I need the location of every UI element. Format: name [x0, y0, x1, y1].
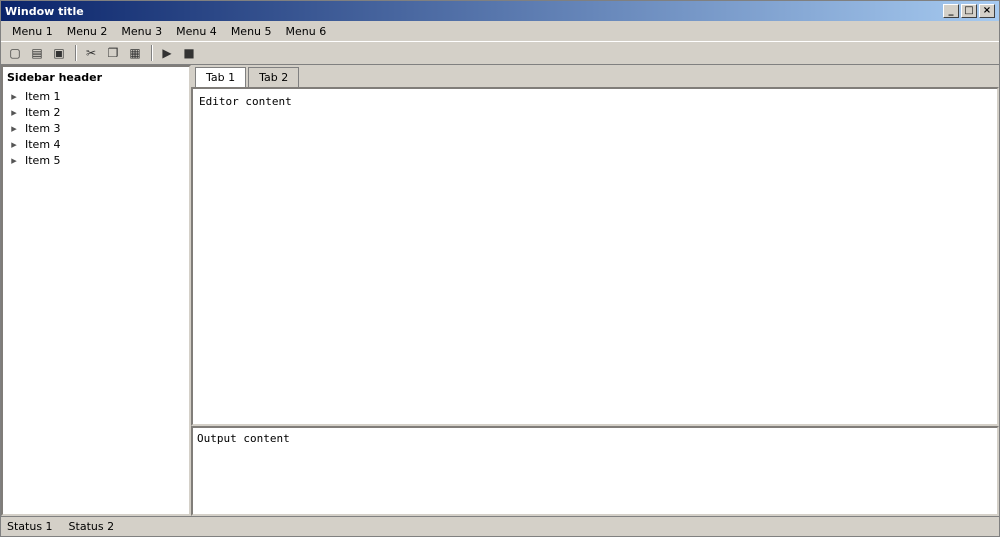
sidebar-item[interactable]: ▸ Item 2 — [7, 104, 185, 120]
folder-icon: ▸ — [11, 121, 17, 135]
menu-item-5[interactable]: Menu 5 — [224, 23, 279, 40]
sidebar-header: Sidebar header — [7, 71, 103, 84]
menu-bar: Menu 1 Menu 2 Menu 3 Menu 4 Menu 5 Menu … — [1, 21, 999, 41]
paste-icon[interactable]: ▦ — [125, 44, 145, 62]
run-icon[interactable]: ▶ — [157, 44, 177, 62]
menu-item-3[interactable]: Menu 3 — [114, 23, 169, 40]
menu-item-2[interactable]: Menu 2 — [60, 23, 115, 40]
minimize-icon[interactable]: _ — [943, 4, 959, 18]
stop-icon[interactable]: ■ — [179, 44, 199, 62]
tab-strip: Tab 1 Tab 2 — [191, 65, 999, 87]
menu-item-6[interactable]: Menu 6 — [279, 23, 334, 40]
copy-icon[interactable]: ❐ — [103, 44, 123, 62]
menu-item-1[interactable]: Menu 1 — [5, 23, 60, 40]
window-title: Window title — [5, 4, 84, 18]
sidebar-item-label: Item 2 — [25, 105, 61, 119]
sidebar-item-label: Item 4 — [25, 137, 61, 151]
output-panel: Output content — [191, 426, 999, 516]
toolbar-separator — [151, 45, 153, 61]
toolbar-separator — [75, 45, 77, 61]
tab-2[interactable]: Tab 2 — [248, 67, 300, 87]
sidebar-item[interactable]: ▸ Item 4 — [7, 136, 185, 152]
sidebar-item[interactable]: ▸ Item 5 — [7, 152, 185, 168]
code-editor[interactable]: Editor content — [191, 87, 999, 426]
sidebar-item[interactable]: ▸ Item 3 — [7, 120, 185, 136]
close-icon[interactable]: × — [979, 4, 995, 18]
save-icon[interactable]: ▣ — [49, 44, 69, 62]
status-bar: Status 1 Status 2 — [1, 516, 999, 536]
new-icon[interactable]: ▢ — [5, 44, 25, 62]
folder-icon: ▸ — [11, 137, 17, 151]
toolbar: ▢ ▤ ▣ ✂ ❐ ▦ ▶ ■ — [1, 41, 999, 65]
workspace: Tab 1 Tab 2 Editor content Output conten… — [191, 65, 999, 516]
tab-1[interactable]: Tab 1 — [195, 67, 247, 87]
status-text: Status 1 — [7, 520, 53, 533]
application-window: Window title _ □ × Menu 1 Menu 2 Menu 3 … — [0, 0, 1000, 537]
menu-item-4[interactable]: Menu 4 — [169, 23, 224, 40]
sidebar-item[interactable]: ▸ Item 1 — [7, 88, 185, 104]
open-icon[interactable]: ▤ — [27, 44, 47, 62]
folder-icon: ▸ — [11, 153, 17, 167]
main-area: Sidebar header ▸ Item 1 ▸ Item 2 ▸ Item … — [1, 65, 999, 516]
sidebar-item-label: Item 1 — [25, 89, 61, 103]
status-text: Status 2 — [68, 520, 115, 533]
sidebar-item-label: Item 3 — [25, 121, 61, 135]
folder-icon: ▸ — [11, 105, 17, 119]
sidebar: Sidebar header ▸ Item 1 ▸ Item 2 ▸ Item … — [1, 65, 191, 516]
maximize-icon[interactable]: □ — [961, 4, 977, 18]
folder-icon: ▸ — [11, 89, 17, 103]
sidebar-item-label: Item 5 — [25, 153, 61, 167]
cut-icon[interactable]: ✂ — [81, 44, 101, 62]
title-bar[interactable]: Window title _ □ × — [1, 1, 999, 21]
